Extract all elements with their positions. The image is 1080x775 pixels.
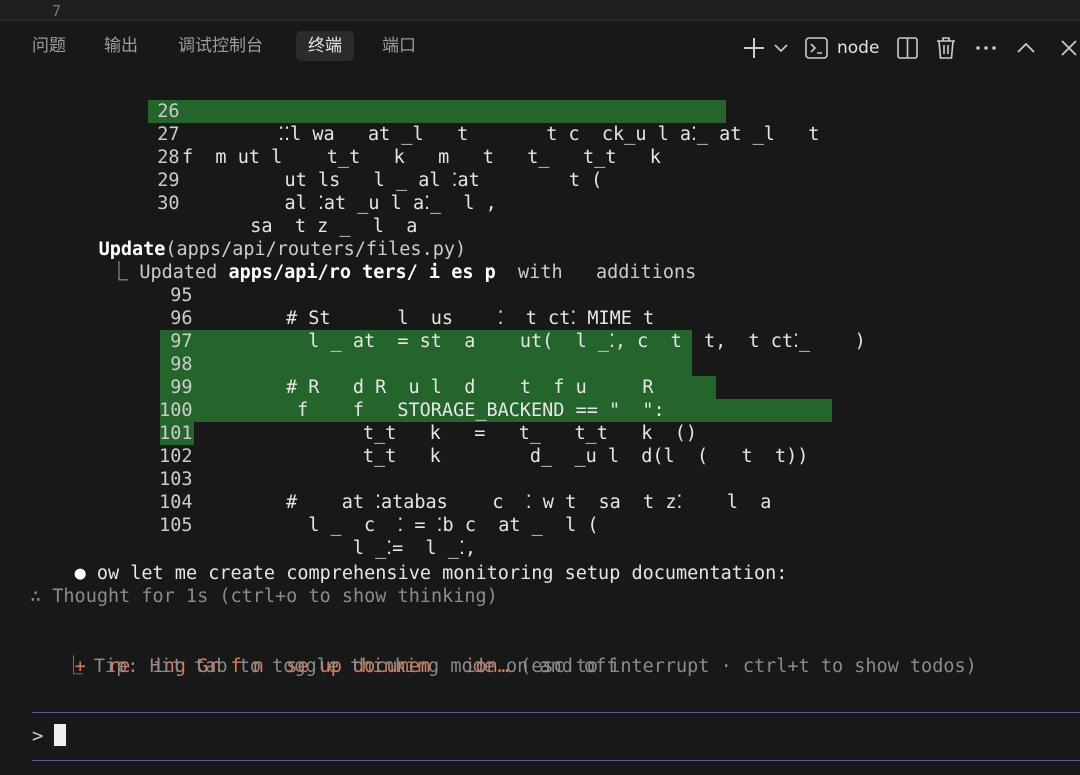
tip-line: ⎿ Tip: Hit tab to toggle thinking mode o…: [42, 656, 618, 677]
prompt-border-bottom: [32, 760, 1080, 761]
diff-line: 27 f m ut l t_t k m t t_ t_t k: [157, 124, 661, 168]
close-icon[interactable]: [1058, 33, 1078, 63]
diff-line: 103 # at ⁚atabas c ⁚ w t sa t z⁚ l a: [159, 469, 772, 513]
diff-line: 102: [159, 446, 193, 467]
diff-line: 101 t_t k d_ _u l d(l ( t t)): [159, 423, 809, 467]
diff-added-highlight: [160, 353, 692, 376]
diff-line: 96 l _ at = st a ut( l _⁚, c t t, t ct⁚_…: [170, 308, 866, 352]
shell-name[interactable]: node: [837, 38, 879, 58]
assistant-message: ● ow let me create comprehensive monitor…: [74, 563, 788, 584]
editor-strip: 7: [0, 0, 1080, 21]
editor-line-number: 7: [52, 2, 62, 20]
prompt-input-cursor[interactable]: [54, 724, 66, 746]
diff-line: 98 # R d R u l d t f u R: [170, 354, 654, 398]
diff-line: 30 sa t z _ l a: [157, 193, 418, 237]
prompt-border-top: [32, 712, 1080, 713]
updated-summary: ⎿ Updated apps/api/ro ters/ i es p with …: [98, 262, 697, 283]
prompt-symbol: >: [32, 725, 44, 747]
split-terminal-icon[interactable]: [896, 33, 920, 63]
diff-line: 104 l _ c ⁚ = ⁚b c at _ l (: [159, 492, 599, 536]
tab-output[interactable]: 输出: [98, 31, 144, 61]
tab-ports[interactable]: 端口: [376, 31, 422, 61]
more-icon[interactable]: [974, 33, 998, 63]
new-terminal-button[interactable]: [742, 33, 790, 63]
plus-icon: [744, 38, 788, 58]
diff-line: 95 # St l us ⁚ t ct⁚ MIME t: [170, 285, 655, 329]
diff-line: 100 t_t k = t_ t_t k (): [159, 400, 697, 444]
diff-line: 97: [170, 331, 193, 352]
panel-header: 问题 输出 调试控制台 终端 端口 node: [0, 21, 1080, 75]
diff-line: 29 al ⁚at _u l a⁚_ l ,: [157, 170, 497, 214]
diff-line: 26 ⁚⁚l wa at _l t t c ck_u l a⁚_ at _l t: [157, 101, 820, 145]
diff-added-highlight: [148, 100, 726, 123]
diff-line: 99 f f STORAGE_BACKEND == " ":: [170, 377, 665, 421]
tab-debug-console[interactable]: 调试控制台: [172, 31, 269, 61]
chevron-up-icon[interactable]: [1014, 33, 1038, 63]
terminal-output[interactable]: 26 ⁚⁚l wa at _l t t c ck_u l a⁚_ at _l t…: [0, 75, 1080, 775]
thought-line: ∴ Thought for 1s (ctrl+o to show thinkin…: [30, 586, 498, 607]
diff-line: 28 ut ls l _ al ⁚at t (: [157, 147, 603, 191]
trash-icon[interactable]: [934, 33, 958, 63]
terminal-shell-icon[interactable]: [804, 33, 830, 63]
bullet-icon: ●: [74, 563, 86, 584]
status-line: + re ing Gr f n se up documen ion… (esc …: [74, 656, 977, 677]
diff-line: 105 l _⁚= l _⁚,: [159, 515, 476, 559]
tab-problems[interactable]: 问题: [26, 31, 72, 61]
tab-terminal[interactable]: 终端: [296, 31, 354, 61]
update-title: Update(apps/api/routers/files.py): [98, 239, 467, 260]
